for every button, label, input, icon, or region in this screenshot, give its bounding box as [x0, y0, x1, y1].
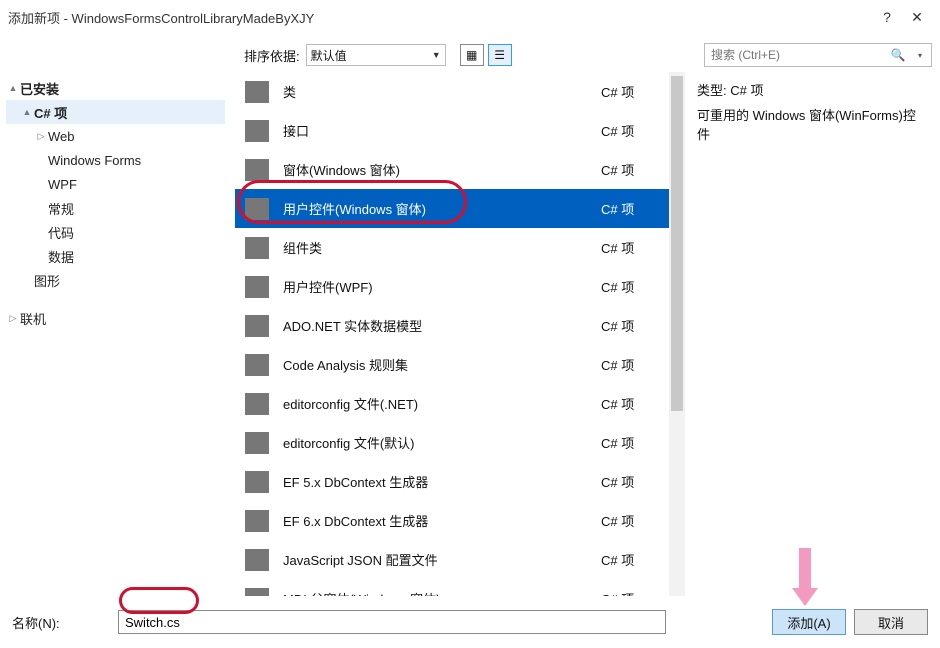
- template-icon: [235, 237, 279, 259]
- template-kind: C# 项: [601, 316, 669, 335]
- template-icon: [235, 315, 279, 337]
- template-kind: C# 项: [601, 277, 669, 296]
- template-name: editorconfig 文件(默认): [279, 433, 601, 452]
- template-item[interactable]: ADO.NET 实体数据模型C# 项: [235, 306, 669, 345]
- template-name: editorconfig 文件(.NET): [279, 394, 601, 413]
- template-item[interactable]: Code Analysis 规则集C# 项: [235, 345, 669, 384]
- template-name: 接口: [279, 121, 601, 140]
- template-kind: C# 项: [601, 550, 669, 569]
- type-label: 类型:: [697, 83, 727, 98]
- template-icon: [235, 120, 279, 142]
- template-item[interactable]: MDI 父窗体(Windows 窗体)C# 项: [235, 579, 669, 596]
- template-item[interactable]: 窗体(Windows 窗体)C# 项: [235, 150, 669, 189]
- template-item[interactable]: 类C# 项: [235, 72, 669, 111]
- template-icon: [235, 159, 279, 181]
- tree-csharp-item[interactable]: ▲C# 项: [6, 100, 225, 124]
- template-name: 组件类: [279, 238, 601, 257]
- help-button[interactable]: ?: [872, 5, 902, 29]
- template-kind: C# 项: [601, 589, 669, 596]
- tree-web[interactable]: ▷Web: [6, 124, 225, 148]
- template-name: 用户控件(WPF): [279, 277, 601, 296]
- template-icon: [235, 549, 279, 571]
- template-icon: [235, 588, 279, 597]
- template-icon: [235, 432, 279, 454]
- tree-winforms[interactable]: Windows Forms: [6, 148, 225, 172]
- sort-by-label: 排序依据:: [244, 46, 300, 65]
- template-kind: C# 项: [601, 199, 669, 218]
- template-name: MDI 父窗体(Windows 窗体): [279, 589, 601, 596]
- tree-installed[interactable]: ▲已安装: [6, 76, 225, 100]
- template-name: EF 6.x DbContext 生成器: [279, 511, 601, 530]
- template-item[interactable]: JavaScript JSON 配置文件C# 项: [235, 540, 669, 579]
- search-input[interactable]: [705, 46, 887, 64]
- tree-graphics[interactable]: 图形: [6, 268, 225, 292]
- tree-online[interactable]: ▷联机: [6, 306, 225, 330]
- template-kind: C# 项: [601, 121, 669, 140]
- template-item[interactable]: 用户控件(Windows 窗体)C# 项: [235, 189, 669, 228]
- template-kind: C# 项: [601, 472, 669, 491]
- template-name: 窗体(Windows 窗体): [279, 160, 601, 179]
- sort-by-value: 默认值: [311, 47, 347, 64]
- search-dropdown-icon[interactable]: ▾: [909, 51, 931, 60]
- template-kind: C# 项: [601, 511, 669, 530]
- tree-wpf[interactable]: WPF: [6, 172, 225, 196]
- category-tree: ▲已安装 ▲C# 项 ▷Web Windows Forms WPF 常规 代码 …: [0, 72, 235, 596]
- template-kind: C# 项: [601, 355, 669, 374]
- scrollbar[interactable]: [669, 72, 685, 596]
- template-icon: [235, 276, 279, 298]
- template-name: EF 5.x DbContext 生成器: [279, 472, 601, 491]
- template-icon: [235, 81, 279, 103]
- template-name: 用户控件(Windows 窗体): [279, 199, 601, 218]
- template-kind: C# 项: [601, 160, 669, 179]
- template-kind: C# 项: [601, 238, 669, 257]
- tree-code[interactable]: 代码: [6, 220, 225, 244]
- window-title: 添加新项 - WindowsFormsControlLibraryMadeByX…: [8, 8, 314, 27]
- template-icon: [235, 510, 279, 532]
- template-name: 类: [279, 82, 601, 101]
- close-button[interactable]: ✕: [902, 5, 932, 29]
- type-value: C# 项: [730, 83, 763, 98]
- template-description: 可重用的 Windows 窗体(WinForms)控件: [697, 105, 928, 143]
- template-item[interactable]: 组件类C# 项: [235, 228, 669, 267]
- template-item[interactable]: editorconfig 文件(.NET)C# 项: [235, 384, 669, 423]
- tree-data[interactable]: 数据: [6, 244, 225, 268]
- template-name: ADO.NET 实体数据模型: [279, 316, 601, 335]
- view-tiles-button[interactable]: ▦: [460, 44, 484, 66]
- template-name: JavaScript JSON 配置文件: [279, 550, 601, 569]
- template-name: Code Analysis 规则集: [279, 355, 601, 374]
- search-box[interactable]: 🔍 ▾: [704, 43, 932, 67]
- template-icon: [235, 354, 279, 376]
- cancel-button[interactable]: 取消: [854, 609, 928, 635]
- chevron-down-icon: ▼: [432, 50, 441, 60]
- template-item[interactable]: editorconfig 文件(默认)C# 项: [235, 423, 669, 462]
- template-list: 类C# 项接口C# 项窗体(Windows 窗体)C# 项用户控件(Window…: [235, 72, 685, 596]
- name-input[interactable]: [118, 610, 666, 634]
- template-item[interactable]: 接口C# 项: [235, 111, 669, 150]
- tree-general[interactable]: 常规: [6, 196, 225, 220]
- search-icon[interactable]: 🔍: [887, 48, 909, 62]
- template-kind: C# 项: [601, 433, 669, 452]
- name-label: 名称(N):: [12, 613, 118, 632]
- template-kind: C# 项: [601, 394, 669, 413]
- details-pane: 类型: C# 项 可重用的 Windows 窗体(WinForms)控件: [685, 72, 940, 596]
- scrollbar-thumb[interactable]: [671, 76, 683, 411]
- template-icon: [235, 393, 279, 415]
- add-button[interactable]: 添加(A): [772, 609, 846, 635]
- sort-by-select[interactable]: 默认值 ▼: [306, 44, 446, 66]
- template-item[interactable]: 用户控件(WPF)C# 项: [235, 267, 669, 306]
- template-icon: [235, 198, 279, 220]
- template-item[interactable]: EF 5.x DbContext 生成器C# 项: [235, 462, 669, 501]
- template-item[interactable]: EF 6.x DbContext 生成器C# 项: [235, 501, 669, 540]
- view-list-button[interactable]: ☰: [488, 44, 512, 66]
- template-icon: [235, 471, 279, 493]
- template-kind: C# 项: [601, 82, 669, 101]
